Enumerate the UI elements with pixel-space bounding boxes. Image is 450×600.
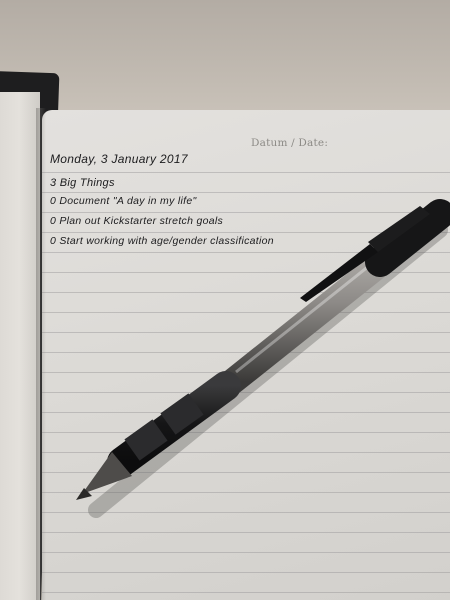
pen-illustration [76,199,450,518]
photo-scene: Datum / Date: Monday, 3 January 2017 3 B… [0,0,450,600]
